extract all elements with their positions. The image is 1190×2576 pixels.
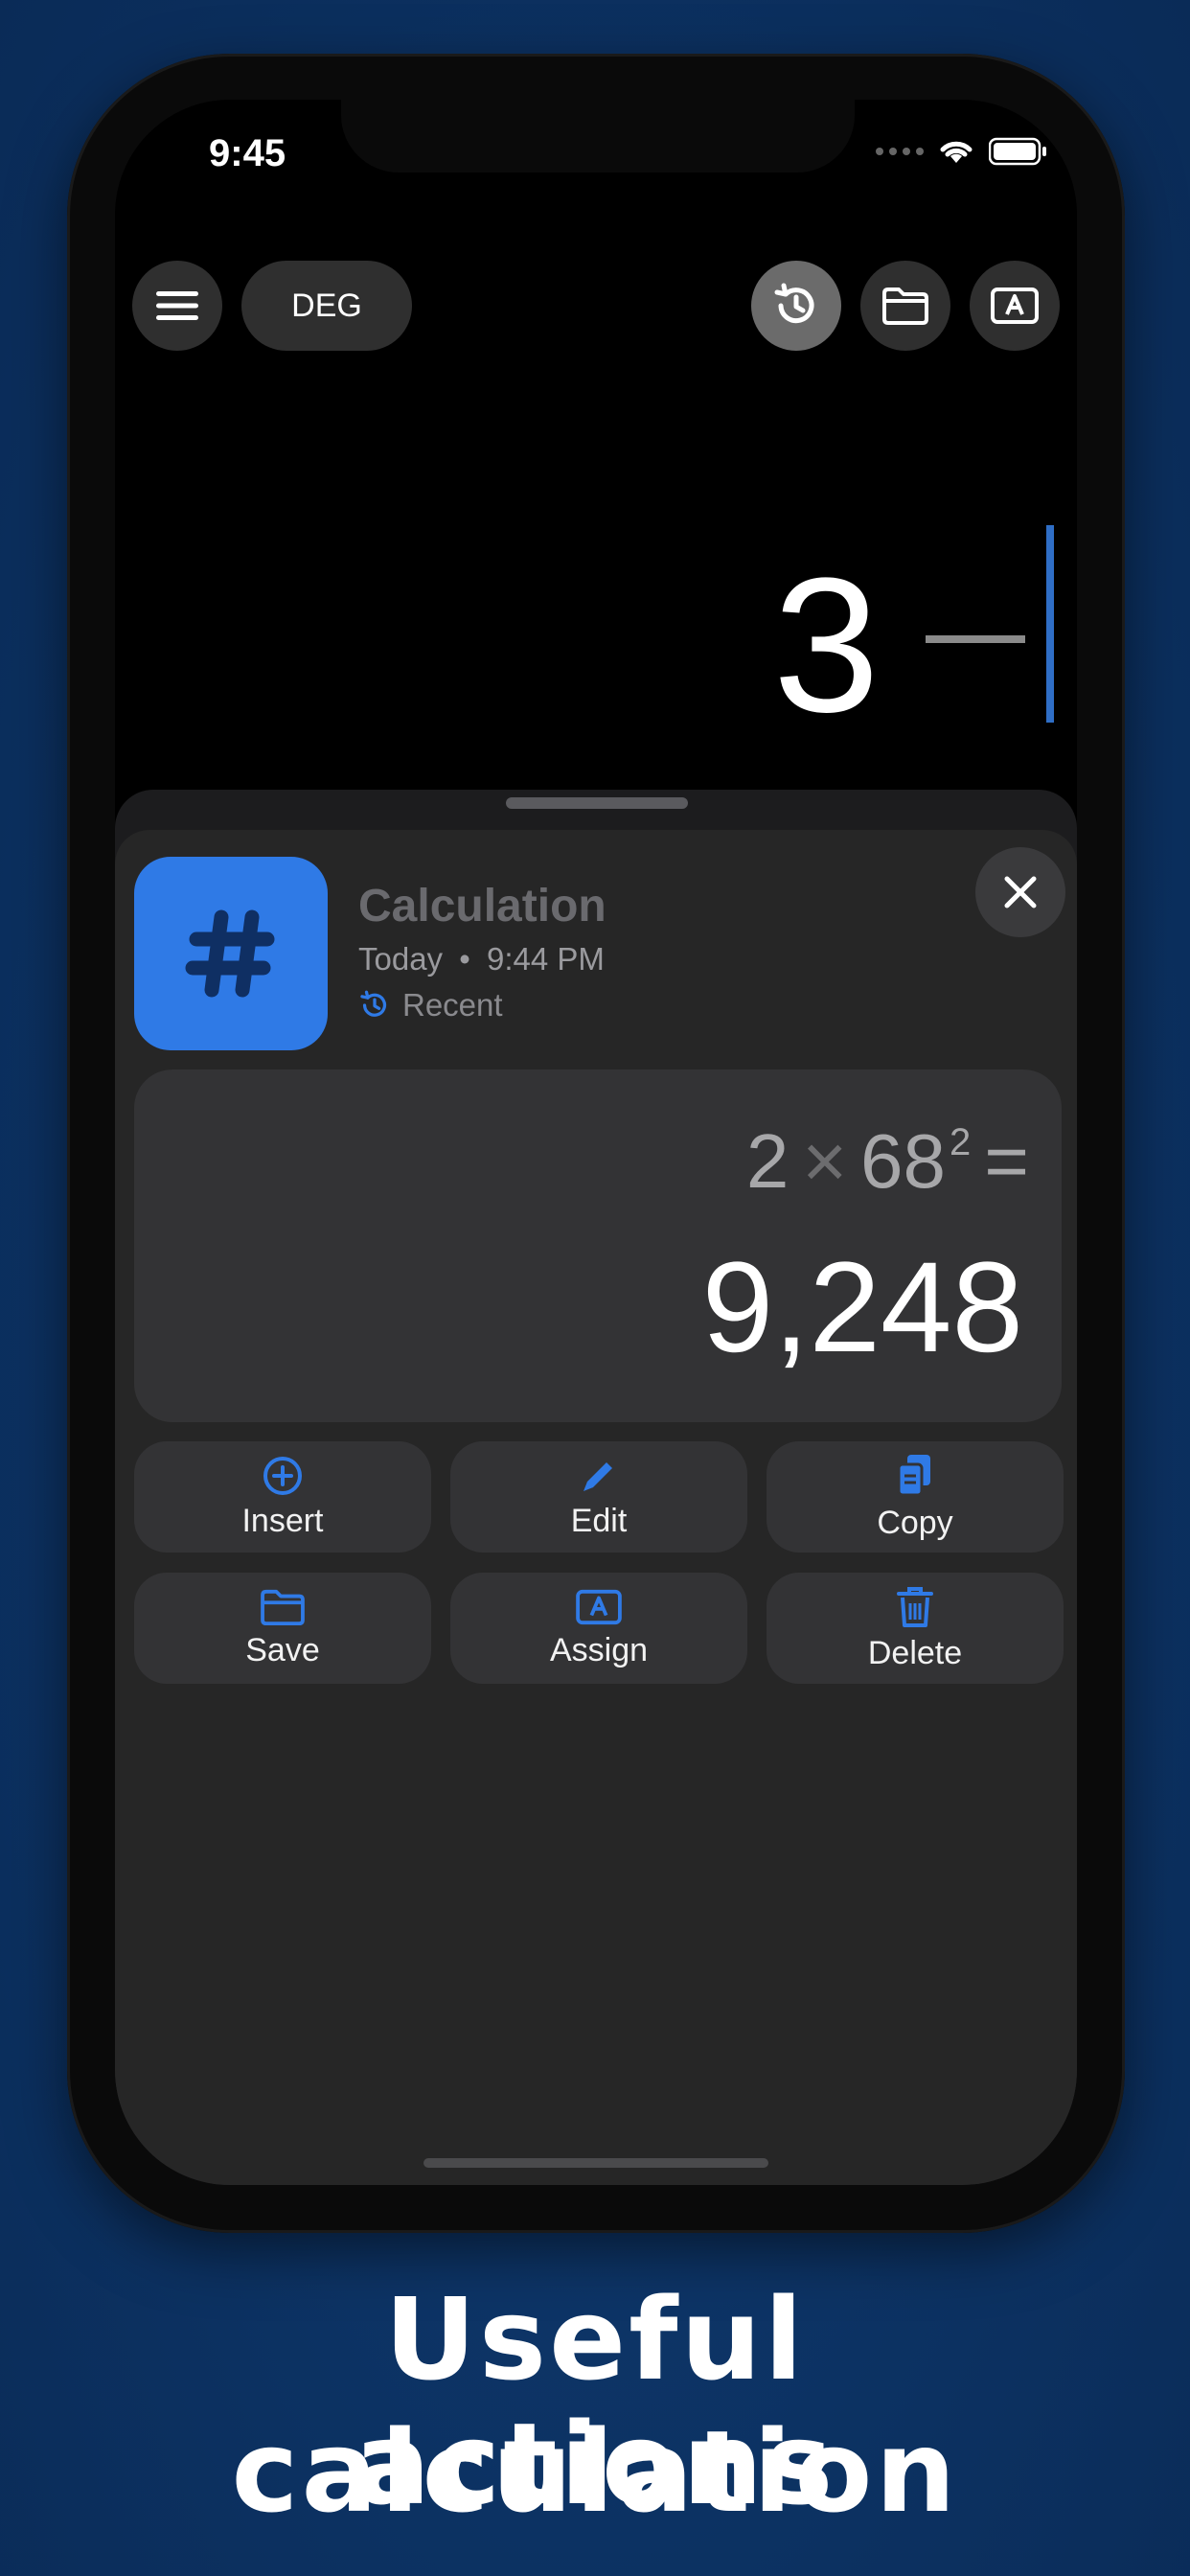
history-icon <box>774 283 814 324</box>
entry-tag: Recent <box>358 987 503 1024</box>
text-cursor <box>1046 525 1054 723</box>
hash-icon <box>185 909 275 998</box>
saved-button[interactable] <box>860 261 950 351</box>
pencil-icon <box>584 1461 612 1491</box>
equals-sign: = <box>984 1118 1029 1204</box>
copy-label: Copy <box>877 1504 953 1541</box>
folder-icon <box>882 288 928 325</box>
angle-mode-button[interactable]: DEG <box>241 261 412 351</box>
variable-icon <box>991 288 1039 324</box>
plus-circle-icon <box>263 1456 302 1495</box>
trash-icon <box>897 1586 933 1627</box>
wifi-icon <box>940 141 973 163</box>
hamburger-icon <box>156 291 198 320</box>
entry-date: Today <box>358 941 444 977</box>
delete-button[interactable]: Delete <box>767 1573 1064 1684</box>
display-expression: 3 <box>772 539 880 752</box>
entry-time: 9:44 PM <box>486 941 605 977</box>
variable-icon <box>576 1589 622 1624</box>
save-button[interactable]: Save <box>134 1573 431 1684</box>
status-indicators <box>876 136 1048 167</box>
assign-label: Assign <box>549 1631 649 1668</box>
folder-icon <box>261 1589 305 1625</box>
close-button[interactable] <box>975 847 1065 937</box>
battery-icon <box>989 137 1046 166</box>
status-time: 9:45 <box>209 132 286 174</box>
notch <box>341 100 855 172</box>
minus-operator <box>926 635 1025 643</box>
operand-a: 2 <box>745 1118 790 1204</box>
sheet-grabber[interactable] <box>506 797 688 809</box>
calculation-icon <box>134 857 328 1050</box>
screen: 9:45 DEG 3 Calculation Today • 9:44 PM R… <box>115 100 1077 2185</box>
history-icon <box>360 990 387 1017</box>
caption-line-2: actions <box>354 2398 836 2530</box>
save-label: Save <box>245 1631 320 1668</box>
copy-button[interactable]: Copy <box>767 1441 1064 1552</box>
equation: 2 × 68 2 = <box>746 1117 1029 1206</box>
variables-button[interactable] <box>970 261 1060 351</box>
copy-icon <box>897 1454 930 1496</box>
assign-button[interactable]: Assign <box>450 1573 747 1684</box>
signal-icon <box>876 148 924 155</box>
insert-label: Insert <box>241 1502 324 1539</box>
exponent: 2 <box>950 1121 972 1163</box>
operand-b: 68 <box>860 1118 947 1204</box>
edit-label: Edit <box>570 1502 628 1539</box>
separator-dot: • <box>459 941 470 977</box>
history-button[interactable] <box>751 261 841 351</box>
entry-title: Calculation <box>358 881 606 932</box>
insert-button[interactable]: Insert <box>134 1441 431 1552</box>
multiply-operator: × <box>802 1118 848 1204</box>
home-indicator[interactable] <box>423 2158 768 2168</box>
close-icon <box>1004 876 1037 908</box>
result-card: 2 × 68 2 = 9,248 <box>134 1070 1062 1422</box>
delete-label: Delete <box>867 1634 963 1671</box>
entry-timestamp: Today • 9:44 PM <box>358 941 605 978</box>
result-value: 9,248 <box>701 1236 1023 1379</box>
entry-tag-label: Recent <box>402 987 503 1023</box>
edit-button[interactable]: Edit <box>450 1441 747 1552</box>
menu-button[interactable] <box>132 261 222 351</box>
phone-frame: 9:45 DEG 3 Calculation Today • 9:44 PM R… <box>67 54 1125 2233</box>
